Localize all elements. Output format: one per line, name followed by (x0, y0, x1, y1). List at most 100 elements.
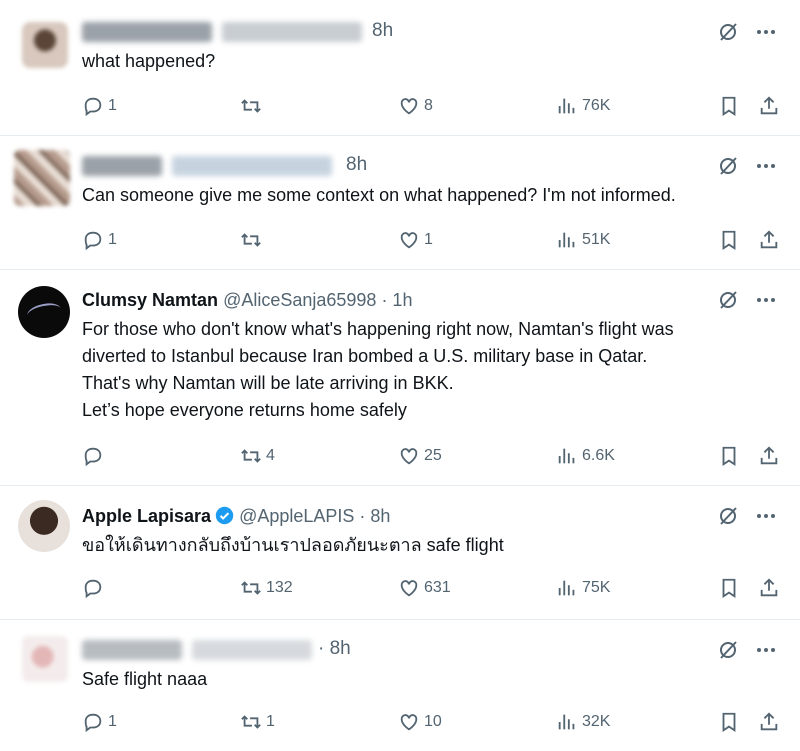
share-button[interactable] (758, 708, 780, 736)
retweet-button[interactable] (240, 226, 266, 254)
grok-icon[interactable] (716, 288, 740, 312)
like-count: 8 (424, 97, 433, 114)
tweet[interactable]: Apple Lapisara @AppleLAPIS · 8h ขอให้เดิ… (0, 486, 800, 620)
blurred-handle (192, 640, 312, 660)
reply-button[interactable] (82, 574, 108, 602)
more-icon[interactable] (754, 288, 778, 312)
tweet[interactable]: Clumsy Namtan @AliceSanja65998 · 1h For … (0, 270, 800, 486)
views-button[interactable]: 6.6K (556, 442, 615, 470)
views-count: 32K (582, 713, 611, 730)
like-count: 1 (424, 231, 433, 248)
tweet-text-line: That's why Namtan will be late arriving … (82, 373, 454, 393)
views-count: 51K (582, 231, 611, 248)
views-button[interactable]: 76K (556, 92, 610, 120)
bookmark-button[interactable] (718, 226, 740, 254)
share-button[interactable] (758, 226, 780, 254)
action-bar: 1 1 51K (82, 226, 782, 254)
views-count: 75K (582, 579, 611, 596)
bookmark-icon (722, 446, 736, 466)
like-button[interactable]: 25 (398, 442, 442, 470)
like-button[interactable]: 631 (398, 574, 451, 602)
like-button[interactable]: 8 (398, 92, 433, 120)
reply-button[interactable]: 1 (82, 708, 117, 736)
like-button[interactable]: 1 (398, 226, 433, 254)
avatar[interactable] (14, 150, 70, 206)
bookmark-button[interactable] (718, 574, 740, 602)
blurred-display-name (82, 22, 212, 42)
display-name[interactable]: Apple Lapisara (82, 506, 211, 526)
views-button[interactable]: 75K (556, 574, 610, 602)
reply-button[interactable]: 1 (82, 92, 117, 120)
reply-icon (84, 447, 102, 467)
tweet[interactable]: 8h Can someone give me some context on w… (0, 136, 800, 270)
handle-and-time[interactable]: @AliceSanja65998 · 1h (223, 290, 412, 310)
tweet-text-line: what happened? (82, 51, 216, 71)
tweet-time[interactable]: 8h (372, 20, 393, 42)
views-icon (558, 98, 575, 114)
views-button[interactable]: 51K (556, 226, 610, 254)
heart-icon (400, 448, 418, 465)
grok-icon[interactable] (716, 20, 740, 44)
avatar[interactable] (18, 286, 70, 338)
share-icon (760, 712, 778, 731)
bookmark-icon (722, 578, 736, 598)
tweet-header: Clumsy Namtan @AliceSanja65998 · 1h (82, 288, 412, 312)
more-icon[interactable] (754, 154, 778, 178)
reply-count: 1 (108, 231, 117, 248)
retweet-button[interactable] (240, 92, 266, 120)
views-button[interactable]: 32K (556, 708, 610, 736)
reply-feed: 8h what happened? 1 8 76K 8h Can someone… (0, 0, 800, 751)
heart-icon (400, 714, 418, 731)
more-icon[interactable] (754, 20, 778, 44)
views-icon (558, 232, 575, 248)
share-icon (760, 230, 778, 249)
reply-icon (84, 97, 102, 117)
tweet-text: ขอให้เดินทางกลับถึงบ้านเราปลอดภัยนะตาล s… (82, 532, 770, 559)
share-button[interactable] (758, 574, 780, 602)
verified-badge-icon[interactable] (215, 506, 234, 525)
bookmark-icon (722, 230, 736, 250)
retweet-button[interactable]: 1 (240, 708, 275, 736)
avatar[interactable] (22, 22, 68, 68)
reply-count: 1 (108, 713, 117, 730)
like-count: 25 (424, 447, 442, 464)
bookmark-button[interactable] (718, 708, 740, 736)
blurred-handle (222, 22, 362, 42)
bookmark-icon (722, 712, 736, 732)
blurred-display-name (82, 156, 162, 176)
retweet-icon (241, 99, 261, 113)
tweet-text: Safe flight naaa (82, 666, 770, 693)
share-button[interactable] (758, 92, 780, 120)
action-bar: 1 1 10 32K (82, 708, 782, 736)
tweet-header: Apple Lapisara @AppleLAPIS · 8h (82, 504, 390, 528)
retweet-button[interactable]: 4 (240, 442, 275, 470)
reply-button[interactable] (82, 442, 108, 470)
tweet[interactable]: · 8h Safe flight naaa 1 1 10 32K (0, 620, 800, 751)
views-icon (558, 580, 575, 596)
avatar[interactable] (18, 500, 70, 552)
more-icon[interactable] (754, 504, 778, 528)
retweet-icon (241, 715, 261, 729)
more-icon[interactable] (754, 638, 778, 662)
retweet-button[interactable]: 132 (240, 574, 293, 602)
handle-and-time[interactable]: @AppleLAPIS · 8h (239, 506, 390, 526)
bookmark-button[interactable] (718, 442, 740, 470)
grok-icon[interactable] (716, 504, 740, 528)
display-name[interactable]: Clumsy Namtan (82, 290, 218, 310)
heart-icon (400, 232, 418, 249)
grok-icon[interactable] (716, 154, 740, 178)
like-button[interactable]: 10 (398, 708, 442, 736)
tweet-time[interactable]: 8h (346, 154, 367, 176)
avatar[interactable] (22, 636, 68, 682)
tweet-text-line: Let’s hope everyone returns home safely (82, 400, 407, 420)
reply-button[interactable]: 1 (82, 226, 117, 254)
action-bar: 132 631 75K (82, 574, 782, 602)
bookmark-icon (722, 96, 736, 116)
tweet[interactable]: 8h what happened? 1 8 76K (0, 0, 800, 136)
grok-icon[interactable] (716, 638, 740, 662)
share-button[interactable] (758, 442, 780, 470)
like-count: 10 (424, 713, 442, 730)
tweet-time[interactable]: · 8h (318, 638, 351, 660)
bookmark-button[interactable] (718, 92, 740, 120)
views-count: 6.6K (582, 447, 615, 464)
